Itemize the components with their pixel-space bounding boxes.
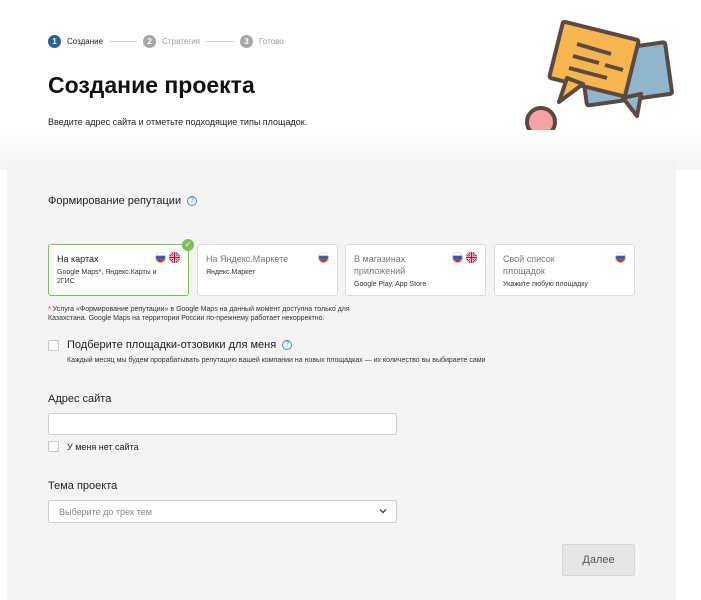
card-title: Свой список площадок [503,254,555,276]
step-number: 1 [48,35,61,48]
uk-flag-icon [466,252,477,263]
ru-flag-icon [452,252,463,263]
pick-sites-description: Каждый месяц мы будем прорабатывать репу… [67,357,486,364]
pick-sites-label-text: Подберите площадки-отзовики для меня [67,339,277,351]
uk-flag-icon [169,252,180,263]
step-label: Создание [67,37,104,46]
page-title: Создание проекта [48,72,255,98]
topic-select[interactable]: Выберите до трех тем [48,500,397,523]
chevron-down-icon [379,509,387,514]
step-divider [109,41,138,42]
card-subtitle: Google Play, App Store [354,281,427,288]
card-yandex-market[interactable]: На Яндекс.Маркете Яндекс.Маркет [197,244,338,296]
step-create: 1 Создание [48,35,103,48]
no-site-label[interactable]: У меня нет сайта [67,442,139,452]
ru-flag-icon [155,252,166,263]
step-strategy: 2 Стратегия [143,35,200,48]
form-panel [7,160,676,600]
card-maps[interactable]: На картах Google Maps*, Яндекс.Карты и 2… [48,239,194,296]
maps-disclaimer: * Услуга «Формирование репутации» в Goog… [48,305,378,323]
topic-placeholder: Выберите до трех тем [59,507,152,517]
site-address-label: Адрес сайта [48,393,112,405]
step-label: Стратегия [162,37,200,46]
page-subtitle: Введите адрес сайта и отметьте подходящи… [48,117,308,127]
stepper: 1 Создание 2 Стратегия 3 Готово [48,35,284,48]
pick-sites-label[interactable]: Подберите площадки-отзовики для меня ? [67,339,293,351]
ru-flag-icon [615,252,626,263]
card-title: В магазинах приложений [354,254,406,276]
step-divider [206,41,234,42]
step-done: 3 Готово [240,35,284,48]
site-address-input[interactable] [48,413,397,435]
step-number: 3 [240,35,253,48]
step-label: Готово [259,37,284,46]
help-icon[interactable]: ? [282,340,293,350]
topic-label: Тема проекта [48,480,118,492]
card-title: На картах [57,254,99,264]
ru-flag-icon [318,252,329,263]
card-own-list[interactable]: Свой список площадок Укажите любую площа… [494,244,635,296]
card-subtitle: Укажите любую площадку [503,281,588,288]
reputation-section-title: Формирование репутации ? [48,195,198,207]
reputation-title-text: Формирование репутации [48,195,182,207]
card-subtitle: Google Maps*, Яндекс.Карты и 2ГИС [57,269,157,285]
help-icon[interactable]: ? [187,196,198,206]
step-number: 2 [143,35,157,48]
next-button[interactable]: Далее [562,544,635,576]
card-app-stores[interactable]: В магазинах приложений Google Play, App … [345,244,486,296]
pick-sites-checkbox[interactable] [48,340,59,351]
disclaimer-text: Услуга «Формирование репутации» в Google… [48,306,350,322]
check-icon: ✓ [182,239,194,251]
no-site-checkbox[interactable] [48,441,59,452]
card-subtitle: Яндекс.Маркет [206,269,256,276]
card-title: На Яндекс.Маркете [206,254,289,264]
